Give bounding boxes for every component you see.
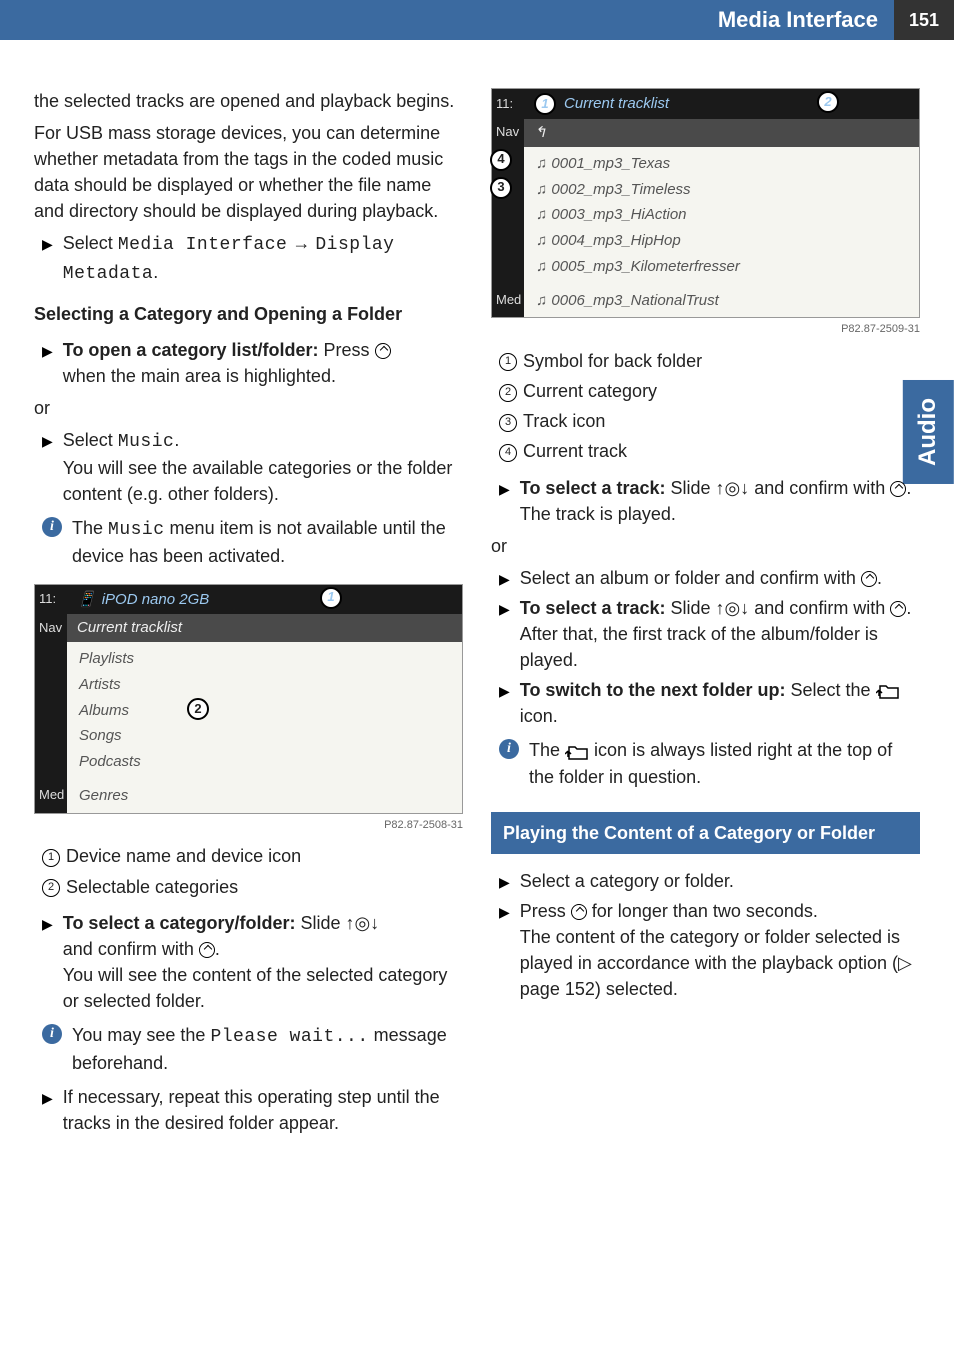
- track-icon: ♫: [536, 206, 551, 223]
- screenshot-caption: P82.87-2508-31: [34, 818, 463, 834]
- list-item: ♫ 0003_mp3_HiAction: [524, 202, 919, 228]
- intro-paragraph-2: For USB mass storage devices, you can de…: [34, 120, 463, 224]
- triangle-icon: ▶: [499, 898, 510, 1002]
- step-repeat: ▶ If necessary, repeat this operating st…: [34, 1084, 463, 1136]
- triangle-icon: ▶: [499, 868, 510, 894]
- callout-3: 3: [490, 177, 512, 199]
- right-column: 11: 1 Current tracklist 2 Nav ↰ ♫ 0001_m…: [491, 88, 920, 1140]
- screenshot-tracklist: 11: 1 Current tracklist 2 Nav ↰ ♫ 0001_m…: [491, 88, 920, 318]
- step-select-track-2: ▶ To select a track: Slide ↑◎↓ and confi…: [491, 595, 920, 673]
- legend-list-1: 1Device name and device icon 2Selectable…: [34, 843, 463, 899]
- folder-up-icon: [876, 682, 900, 700]
- step-select-track-1: ▶ To select a track: Slide ↑◎↓ and confi…: [491, 475, 920, 527]
- triangle-icon: ▶: [42, 427, 53, 507]
- callout-2: 2: [187, 698, 209, 720]
- device-icon: 📱: [77, 589, 96, 611]
- or-text: or: [491, 533, 920, 559]
- list-item: ♫ 0004_mp3_HipHop: [524, 228, 919, 254]
- track-icon: ♫: [536, 232, 551, 249]
- triangle-icon: ▶: [499, 475, 510, 527]
- step-select-music: ▶ Select Music. You will see the availab…: [34, 427, 463, 507]
- info-note-folder-up: i The icon is always listed right at the…: [491, 737, 920, 789]
- list-item: Songs: [67, 723, 462, 749]
- track-icon: ♫: [536, 155, 551, 172]
- slide-icon: ↑◎↓: [346, 913, 380, 933]
- info-icon: i: [499, 739, 519, 759]
- circled-4: 4: [499, 444, 517, 462]
- screenshot-ipod-categories: 11: 📱 iPOD nano 2GB 1 Nav Current trackl…: [34, 584, 463, 814]
- page-number: 151: [894, 0, 954, 40]
- step-select-album-folder: ▶ Select an album or folder and confirm …: [491, 565, 920, 591]
- folder-up-icon: [565, 743, 589, 761]
- triangle-icon: ▶: [499, 565, 510, 591]
- slide-icon: ↑◎↓: [716, 478, 750, 498]
- info-icon: i: [42, 517, 62, 537]
- triangle-icon: ▶: [42, 1084, 53, 1136]
- circled-1: 1: [499, 353, 517, 371]
- step-select-category-play: ▶ Select a category or folder.: [491, 868, 920, 894]
- heading-selecting-category: Selecting a Category and Opening a Folde…: [34, 301, 463, 327]
- folder-up-icon: ↰: [534, 124, 547, 141]
- page-header: Media Interface 151: [0, 0, 954, 40]
- callout-1: 1: [320, 587, 342, 609]
- step-open-category: ▶ To open a category list/folder: Press …: [34, 337, 463, 389]
- or-text: or: [34, 395, 463, 421]
- triangle-icon: ▶: [499, 595, 510, 673]
- triangle-icon: ▶: [42, 910, 53, 1014]
- circled-3: 3: [499, 414, 517, 432]
- screenshot-caption: P82.87-2509-31: [491, 322, 920, 338]
- info-note-music: i The Music menu item is not available u…: [34, 515, 463, 569]
- info-icon: i: [42, 1024, 62, 1044]
- triangle-icon: ▶: [42, 230, 53, 286]
- track-icon: ♫: [536, 292, 551, 309]
- list-item: Podcasts: [67, 749, 462, 775]
- list-item: Artists: [67, 672, 462, 698]
- info-note-please-wait: i You may see the Please wait... message…: [34, 1022, 463, 1076]
- circled-2: 2: [499, 384, 517, 402]
- list-item: Albums: [67, 698, 462, 724]
- triangle-icon: ▶: [42, 337, 53, 389]
- section-tab-audio: Audio: [903, 380, 954, 484]
- list-item: ♫ 0006_mp3_NationalTrust: [524, 288, 919, 314]
- slide-icon: ↑◎↓: [716, 598, 750, 618]
- triangle-icon: ▶: [499, 677, 510, 729]
- step-select-display-metadata: ▶ Select Media Interface → Display Metad…: [34, 230, 463, 286]
- track-icon: ♫: [536, 181, 551, 198]
- list-item: ♫ 0005_mp3_Kilometerfresser: [524, 254, 919, 280]
- controller-press-icon: [890, 601, 906, 617]
- legend-list-2: 1Symbol for back folder 2Current categor…: [491, 348, 920, 464]
- controller-press-icon: [571, 904, 587, 920]
- circled-1: 1: [42, 849, 60, 867]
- callout-1: 1: [534, 93, 556, 115]
- controller-press-icon: [199, 942, 215, 958]
- list-item: Playlists: [67, 646, 462, 672]
- controller-press-icon: [890, 481, 906, 497]
- list-item: ♫ 0001_mp3_Texas: [524, 151, 919, 177]
- intro-paragraph-1: the selected tracks are opened and playb…: [34, 88, 463, 114]
- callout-2: 2: [817, 91, 839, 113]
- callout-4: 4: [490, 149, 512, 171]
- controller-press-icon: [375, 343, 391, 359]
- subheading-playing-content: Playing the Content of a Category or Fol…: [491, 812, 920, 854]
- controller-press-icon: [861, 571, 877, 587]
- header-title: Media Interface: [718, 4, 894, 36]
- step-press-long: ▶ Press for longer than two seconds. The…: [491, 898, 920, 1002]
- track-icon: ♫: [536, 258, 551, 275]
- step-switch-folder-up: ▶ To switch to the next folder up: Selec…: [491, 677, 920, 729]
- circled-2: 2: [42, 879, 60, 897]
- left-column: the selected tracks are opened and playb…: [34, 88, 463, 1140]
- step-select-category-folder: ▶ To select a category/folder: Slide ↑◎↓…: [34, 910, 463, 1014]
- list-item: Genres: [67, 783, 462, 809]
- list-item: ♫ 0002_mp3_Timeless: [524, 177, 919, 203]
